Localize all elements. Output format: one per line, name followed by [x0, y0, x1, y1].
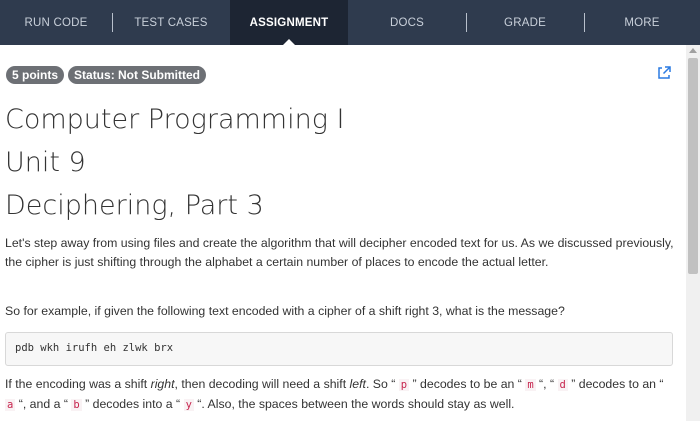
tab-test-cases[interactable]: TEST CASES [112, 0, 230, 45]
tab-label: ASSIGNMENT [249, 16, 329, 29]
tab-divider [112, 13, 113, 32]
tab-assignment[interactable]: ASSIGNMENT [230, 0, 348, 45]
inline-code: b [71, 399, 82, 411]
assignment-content: 5 points Status: Not Submitted Computer … [0, 45, 686, 421]
tab-docs[interactable]: DOCS [348, 0, 466, 45]
scrollbar-thumb[interactable] [688, 58, 698, 274]
tab-divider [466, 13, 467, 32]
unit-title: Unit 9 [5, 147, 86, 178]
tab-label: MORE [624, 16, 660, 29]
tab-grade[interactable]: GRADE [466, 0, 584, 45]
scroll-up-arrow-icon[interactable] [689, 48, 697, 53]
emphasis-right: right [150, 377, 175, 391]
inline-code: p [398, 379, 410, 391]
external-link-icon[interactable] [656, 65, 672, 81]
badge-row: 5 points Status: Not Submitted [6, 66, 207, 84]
inline-code: m [525, 379, 536, 391]
encoded-text: pdb wkh irufh eh zlwk brx [15, 342, 174, 354]
tab-divider [584, 13, 585, 32]
tab-more[interactable]: MORE [584, 0, 700, 45]
emphasis-left: left [349, 377, 366, 391]
encoded-text-block: pdb wkh irufh eh zlwk brx [5, 332, 673, 366]
lesson-title: Deciphering, Part 3 [5, 190, 264, 221]
explanation-paragraph: If the encoding was a shift right, then … [5, 377, 664, 411]
intro-paragraph: Let's step away from using files and cre… [5, 236, 674, 269]
tab-label: DOCS [389, 16, 425, 29]
tab-run-code[interactable]: RUN CODE [0, 0, 112, 45]
tab-label: TEST CASES [134, 16, 208, 29]
points-badge: 5 points [6, 66, 65, 84]
tab-label: GRADE [504, 16, 546, 29]
course-title: Computer Programming I [5, 104, 345, 135]
status-badge: Status: Not Submitted [68, 66, 207, 84]
inline-code: d [557, 379, 568, 391]
top-nav: RUN CODE TEST CASES ASSIGNMENT DOCS GRAD… [0, 0, 700, 45]
tab-label: RUN CODE [24, 16, 88, 29]
inline-code: a [5, 399, 16, 411]
inline-code: y [183, 399, 194, 411]
example-question: So for example, if given the following t… [5, 304, 565, 318]
